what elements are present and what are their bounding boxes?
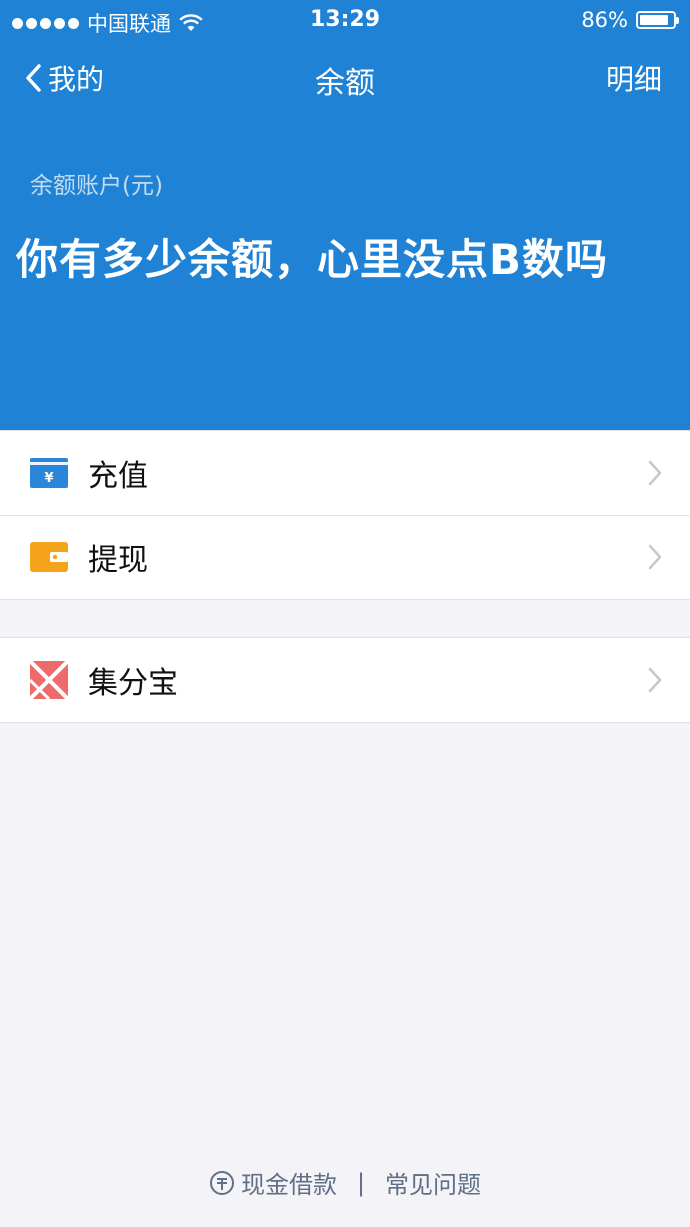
jifenbao-icon (30, 661, 68, 699)
points-list: 集分宝 (0, 637, 690, 723)
cash-loan-icon (209, 1170, 234, 1195)
withdraw-wallet-icon (30, 541, 68, 573)
list-item-withdraw[interactable]: 提现 (0, 515, 690, 599)
jifenbao-label: 集分宝 (88, 666, 178, 701)
battery-icon (636, 11, 679, 29)
recharge-icon: ¥ (30, 457, 68, 489)
withdraw-label: 提现 (88, 543, 148, 578)
list-item-jifenbao[interactable]: 集分宝 (0, 638, 690, 722)
svg-text:¥: ¥ (44, 471, 53, 486)
balance-value: 你有多少余额，心里没点B数吗 (16, 235, 609, 284)
status-right: 86% (581, 8, 679, 32)
balance-header: 中国联通 13:29 86% 我的 余额 明细 余额账户(元) 你有多少余额，心… (0, 0, 690, 430)
faq-link[interactable]: 常见问题 (385, 1165, 481, 1200)
balance-label: 余额账户(元) (30, 173, 163, 199)
cash-loan-label: 现金借款 (240, 1171, 337, 1199)
status-bar: 中国联通 13:29 86% (0, 0, 690, 40)
footer-separator: | (356, 1168, 366, 1197)
battery-percent: 86% (581, 8, 628, 32)
details-button[interactable]: 明细 (606, 58, 662, 98)
navigation-bar: 我的 余额 明细 (0, 40, 690, 116)
footer-links: 现金借款 | 常见问题 (0, 1165, 690, 1200)
chevron-right-icon (648, 544, 662, 570)
chevron-right-icon (648, 667, 662, 693)
cash-loan-link[interactable]: 现金借款 (209, 1165, 337, 1200)
balance-actions-list: ¥ 充值 提现 (0, 430, 690, 600)
list-item-recharge[interactable]: ¥ 充值 (0, 431, 690, 515)
recharge-label: 充值 (88, 459, 148, 494)
chevron-right-icon (648, 460, 662, 486)
faq-label: 常见问题 (385, 1171, 482, 1199)
page-title: 余额 (315, 66, 375, 101)
